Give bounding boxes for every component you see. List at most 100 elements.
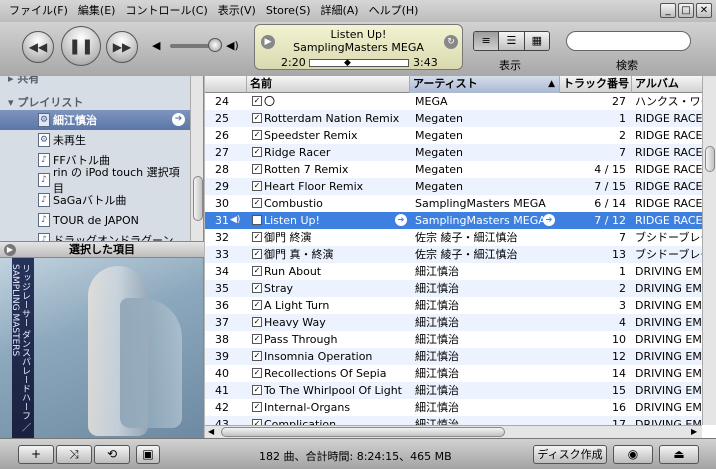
volume-knob[interactable] <box>208 38 222 52</box>
arrow-right-icon[interactable]: ➔ <box>395 214 407 226</box>
track-artist: SamplingMasters MEGA <box>415 214 546 227</box>
previous-button[interactable]: ◀◀ <box>22 31 54 63</box>
artwork-toggle-icon[interactable]: ▶ <box>4 244 16 256</box>
menu-advanced[interactable]: 詳細(A) <box>315 0 363 22</box>
track-checkbox[interactable]: ✓ <box>252 164 262 174</box>
sidebar-item-unplayed[interactable]: ⚙ 未再生 <box>0 130 190 150</box>
sidebar-shared-header[interactable]: ▸ 共有 <box>8 76 39 86</box>
track-album: RIDGE RACER <box>635 163 702 176</box>
sidebar-playlists-header[interactable]: ▾ プレイリスト <box>8 94 83 110</box>
track-checkbox[interactable]: ✓ <box>252 385 262 395</box>
track-checkbox[interactable]: ✓ <box>252 113 262 123</box>
track-checkbox[interactable]: ✓ <box>252 300 262 310</box>
table-row[interactable]: 27 Ridge Racer Megaten 7 RIDGE RACER ✓ <box>205 144 702 161</box>
eject-button[interactable]: ⏏ <box>659 445 699 464</box>
menu-controls[interactable]: コントロール(C) <box>120 0 212 22</box>
list-view-button[interactable]: ≡ <box>474 32 500 50</box>
horizontal-scroll-thumb[interactable] <box>221 427 505 437</box>
table-row[interactable]: 26 Speedster Remix Megaten 2 RIDGE RACER ✓ <box>205 127 702 144</box>
track-checkbox[interactable]: ✓ <box>252 147 262 157</box>
track-checkbox[interactable]: ✓ <box>252 249 262 259</box>
table-row[interactable]: 33 御門 真・終演 佐宗 綾子・細江慎治 13 ブシドーブレード ✓ <box>205 246 702 263</box>
menu-file[interactable]: ファイル(F) <box>4 0 73 22</box>
table-row[interactable]: 35 Stray 細江慎治 2 DRIVING EMOTION ✓ <box>205 280 702 297</box>
minimize-button[interactable]: _ <box>660 3 676 18</box>
menu-view[interactable]: 表示(V) <box>213 0 261 22</box>
vertical-scroll-thumb[interactable] <box>705 146 715 172</box>
table-row[interactable]: 25 Rotterdam Nation Remix Megaten 1 RIDGE RA… <box>205 110 702 127</box>
track-checkbox[interactable]: ✓ <box>252 334 262 344</box>
grid-view-button[interactable]: ▦ <box>524 32 549 50</box>
scroll-right-icon[interactable]: ▶ <box>691 426 697 438</box>
close-button[interactable]: ✕ <box>696 3 712 18</box>
table-row[interactable]: 28 Rotten 7 Remix Megaten 4 / 15 RIDGE RACER… <box>205 161 702 178</box>
track-checkbox[interactable]: ✓ <box>252 283 262 293</box>
add-playlist-button[interactable]: + <box>18 445 54 464</box>
table-row[interactable]: 31 Listen Up! SamplingMasters MEGA 7 / 12 RI… <box>205 212 702 229</box>
sidebar-scroll-thumb[interactable] <box>193 176 203 221</box>
table-row[interactable]: 29 Heart Floor Remix Megaten 7 / 15 RIDGE RA… <box>205 178 702 195</box>
shuffle-button[interactable]: ⤨ <box>56 445 92 464</box>
album-artwork[interactable]: リッジレーサー ダンスパレードハーフ ／ SAMPLING MASTERS <box>0 258 204 438</box>
sidebar-item-saga-battle[interactable]: ♪ SaGaバトル曲 <box>0 190 190 210</box>
genius-icon[interactable]: ↻ <box>444 35 458 49</box>
column-header-album[interactable]: アルバム <box>632 76 702 93</box>
track-checkbox[interactable]: ✓ <box>252 130 262 140</box>
track-checkbox[interactable]: ✓ <box>252 215 262 225</box>
progress-bar[interactable] <box>309 59 409 67</box>
table-row[interactable]: 38 Pass Through 細江慎治 10 DRIVING EMOTION ✓ <box>205 331 702 348</box>
table-row[interactable]: 30 Combustio SamplingMasters MEGA 6 / 14 RID… <box>205 195 702 212</box>
track-index: 24 <box>215 95 229 108</box>
album-list-view-button[interactable]: ☰ <box>499 32 525 50</box>
table-row[interactable]: 24 〇 MEGA 27 ハンクス・ワークス ✓ <box>205 93 702 110</box>
column-header-track-number[interactable]: トラック番号 <box>560 76 632 93</box>
playlist-icon: ♪ <box>38 173 50 187</box>
menu-store[interactable]: Store(S) <box>261 0 316 22</box>
track-checkbox[interactable]: ✓ <box>252 266 262 276</box>
progress-playhead[interactable]: ◆ <box>344 58 351 68</box>
table-row[interactable]: 42 Internal-Organs 細江慎治 16 DRIVING EMOTION ✓ <box>205 399 702 416</box>
track-checkbox[interactable]: ✓ <box>252 96 262 106</box>
track-checkbox[interactable]: ✓ <box>252 317 262 327</box>
maximize-button[interactable]: □ <box>678 3 694 18</box>
track-list-vertical-scrollbar[interactable] <box>702 76 716 425</box>
track-checkbox[interactable]: ✓ <box>252 402 262 412</box>
table-row[interactable]: 36 A Light Turn 細江慎治 3 DRIVING EMOTION ✓ <box>205 297 702 314</box>
column-header-name[interactable]: 名前 <box>247 76 410 93</box>
sidebar-item-drakengard[interactable]: ♪ ドラッグオンドラグーン <box>0 230 190 241</box>
menu-edit[interactable]: 編集(E) <box>73 0 121 22</box>
sidebar-item-ipod-selection[interactable]: ♪ rin の iPod touch 選択項目 <box>0 166 190 195</box>
track-checkbox[interactable]: ✓ <box>252 181 262 191</box>
track-checkbox[interactable]: ✓ <box>252 368 262 378</box>
arrow-right-icon[interactable]: ➔ <box>172 113 185 126</box>
play-pause-button[interactable]: ❚❚ <box>61 26 101 66</box>
track-number: 1 <box>619 112 626 125</box>
next-button[interactable]: ▶▶ <box>106 31 138 63</box>
column-header-artist[interactable]: アーティスト ▲ <box>410 76 560 93</box>
visualizer-button[interactable]: ◉ <box>613 445 653 464</box>
menu-help[interactable]: ヘルプ(H) <box>364 0 424 22</box>
column-header-number[interactable] <box>205 76 247 93</box>
track-checkbox[interactable]: ✓ <box>252 232 262 242</box>
table-row[interactable]: 41 To The Whirlpool Of Light 細江慎治 15 DRIVING… <box>205 382 702 399</box>
track-checkbox[interactable]: ✓ <box>252 351 262 361</box>
table-row[interactable]: 34 Run About 細江慎治 1 DRIVING EMOTION ✓ <box>205 263 702 280</box>
table-row[interactable]: 39 Insomnia Operation 細江慎治 12 DRIVING EMOTIO… <box>205 348 702 365</box>
sidebar: ▸ 共有 ▾ プレイリスト ⚙ 細江慎治 ➔ ⚙ 未再生 ♪ FFバトル曲 ♪ … <box>0 76 204 241</box>
table-row[interactable]: 37 Heavy Way 細江慎治 4 DRIVING EMOTION ✓ <box>205 314 702 331</box>
scroll-left-icon[interactable]: ◀ <box>208 426 214 438</box>
search-input[interactable] <box>566 31 691 51</box>
table-row[interactable]: 32 御門 終演 佐宗 綾子・細江慎治 7 ブシドーブレード ✓ <box>205 229 702 246</box>
sidebar-item-tour-de-japon[interactable]: ♪ TOUR de JAPON <box>0 210 190 230</box>
show-artwork-button[interactable]: ▣ <box>136 445 160 464</box>
arrow-right-icon[interactable]: ➔ <box>543 214 555 226</box>
track-list: 名前 アーティスト ▲ トラック番号 アルバム 24〇MEGA27ハンクス・ワー… <box>205 76 716 438</box>
table-row[interactable]: 40 Recollections Of Sepia 細江慎治 14 DRIVING EM… <box>205 365 702 382</box>
track-checkbox[interactable]: ✓ <box>252 198 262 208</box>
burn-disc-button[interactable]: ディスク作成 <box>533 445 607 464</box>
sidebar-item-hosoe[interactable]: ⚙ 細江慎治 ➔ <box>0 110 190 130</box>
track-list-horizontal-scrollbar[interactable]: ◀ ▶ <box>205 425 702 438</box>
track-album: DRIVING EMOTION <box>635 299 702 312</box>
sidebar-scrollbar[interactable] <box>190 76 203 241</box>
repeat-button[interactable]: ⟲ <box>94 445 130 464</box>
